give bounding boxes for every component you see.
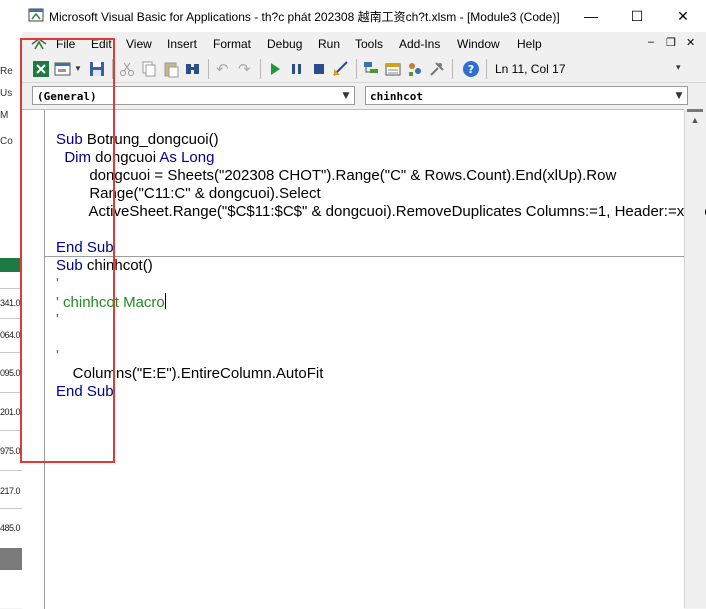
sheet-cell: 217.0 <box>0 486 21 496</box>
vertical-scrollbar[interactable]: ▲ <box>684 109 705 608</box>
menu-format[interactable]: Format <box>213 37 251 51</box>
reset-icon[interactable] <box>310 60 328 78</box>
sheet-cell: 201.0 <box>0 407 21 417</box>
code-line[interactable]: ' chinhcot Macro <box>56 293 706 311</box>
code-line[interactable]: Columns("E:E").EntireColumn.AutoFit <box>56 365 706 383</box>
svg-text:?: ? <box>468 63 474 76</box>
sheet-scroll-area <box>0 548 22 570</box>
code-line[interactable]: Sub Botrung_dongcuoi() <box>56 131 706 149</box>
undo-icon[interactable]: ↶ <box>216 60 229 78</box>
menu-window[interactable]: Window <box>457 37 500 51</box>
code-line[interactable]: End Sub <box>56 383 706 401</box>
cut-icon[interactable] <box>118 60 136 78</box>
chevron-down-icon[interactable]: ▼ <box>338 87 354 104</box>
scroll-up-icon[interactable]: ▲ <box>685 115 705 125</box>
standard-toolbar: ▼ ↶ ↷ ? Ln 11, Col 17 ▾ <box>22 56 706 83</box>
mdi-close-button[interactable]: ✕ <box>686 36 695 49</box>
cursor-position: Ln 11, Col 17 <box>495 62 566 76</box>
title-bar[interactable]: Microsoft Visual Basic for Applications … <box>22 0 706 32</box>
procedure-combo-value: chinhcot <box>370 90 423 103</box>
code-text[interactable]: Sub Botrung_dongcuoi() Dim dongcuoi As L… <box>56 131 706 401</box>
run-icon[interactable] <box>266 60 284 78</box>
sheet-cell: 064.0 <box>0 330 21 340</box>
design-mode-icon[interactable] <box>332 60 350 78</box>
code-line[interactable]: Sub chinhcot() <box>56 257 706 275</box>
break-icon[interactable] <box>288 60 306 78</box>
code-line[interactable] <box>56 329 706 347</box>
redo-icon[interactable]: ↷ <box>238 60 251 78</box>
copy-icon[interactable] <box>140 60 158 78</box>
procedure-combo[interactable]: chinhcot ▼ <box>365 86 688 105</box>
chevron-down-icon[interactable]: ▼ <box>671 87 687 104</box>
highlight-box <box>20 38 115 463</box>
sheet-cell: 485.0 <box>0 523 21 533</box>
sheet-cell: Co <box>0 136 13 147</box>
menu-tools[interactable]: Tools <box>355 37 383 51</box>
code-window-header: (General) ▼ chinhcot ▼ <box>22 83 706 109</box>
code-line[interactable]: Dim dongcuoi As Long <box>56 149 706 167</box>
help-icon[interactable]: ? <box>462 60 480 78</box>
vba-app-icon <box>28 8 44 22</box>
menu-debug[interactable]: Debug <box>267 37 302 51</box>
sheet-cell: 975.0 <box>0 446 21 456</box>
sheet-cell: M <box>0 110 9 121</box>
code-line[interactable]: End Sub <box>56 239 706 257</box>
code-line[interactable] <box>56 221 706 239</box>
menu-view[interactable]: View <box>126 37 152 51</box>
object-browser-icon[interactable] <box>406 60 424 78</box>
split-bar[interactable] <box>687 109 703 112</box>
code-line[interactable]: ActiveSheet.Range("$C$11:$C$" & dongcuoi… <box>56 203 706 221</box>
code-line[interactable]: dongcuoi = Sheets("202308 CHOT").Range("… <box>56 167 706 185</box>
menu-help[interactable]: Help <box>517 37 542 51</box>
toolbar-options-icon[interactable]: ▾ <box>676 62 681 73</box>
code-line[interactable]: Range("C11:C" & dongcuoi).Select <box>56 185 706 203</box>
sheet-cell: Re <box>0 66 13 77</box>
maximize-button[interactable]: ☐ <box>614 0 660 32</box>
sheet-cell: 095.0 <box>0 368 21 378</box>
close-button[interactable]: ✕ <box>660 0 706 32</box>
menu-bar: File Edit View Insert Format Debug Run T… <box>22 32 706 56</box>
sheet-header-band <box>0 258 22 272</box>
window-title: Microsoft Visual Basic for Applications … <box>49 10 560 24</box>
vba-editor-window: Microsoft Visual Basic for Applications … <box>22 0 706 609</box>
find-icon[interactable] <box>184 60 202 78</box>
code-line[interactable]: ' <box>56 275 706 293</box>
menu-add-ins[interactable]: Add-Ins <box>399 37 440 51</box>
toolbox-icon[interactable] <box>428 60 446 78</box>
menu-insert[interactable]: Insert <box>167 37 197 51</box>
code-line[interactable]: ' <box>56 347 706 365</box>
mdi-restore-button[interactable]: ❐ <box>666 36 676 49</box>
properties-window-icon[interactable] <box>384 60 402 78</box>
menu-run[interactable]: Run <box>318 37 340 51</box>
project-explorer-icon[interactable] <box>362 60 380 78</box>
mdi-minimize-button[interactable]: – <box>648 36 654 48</box>
code-editor[interactable]: Sub Botrung_dongcuoi() Dim dongcuoi As L… <box>22 109 706 609</box>
sheet-cell: Us <box>0 88 13 99</box>
paste-icon[interactable] <box>162 60 180 78</box>
text-caret <box>164 293 166 309</box>
sheet-cell: 341.0 <box>0 298 21 308</box>
code-line[interactable]: ' <box>56 311 706 329</box>
minimize-button[interactable]: — <box>568 0 614 32</box>
